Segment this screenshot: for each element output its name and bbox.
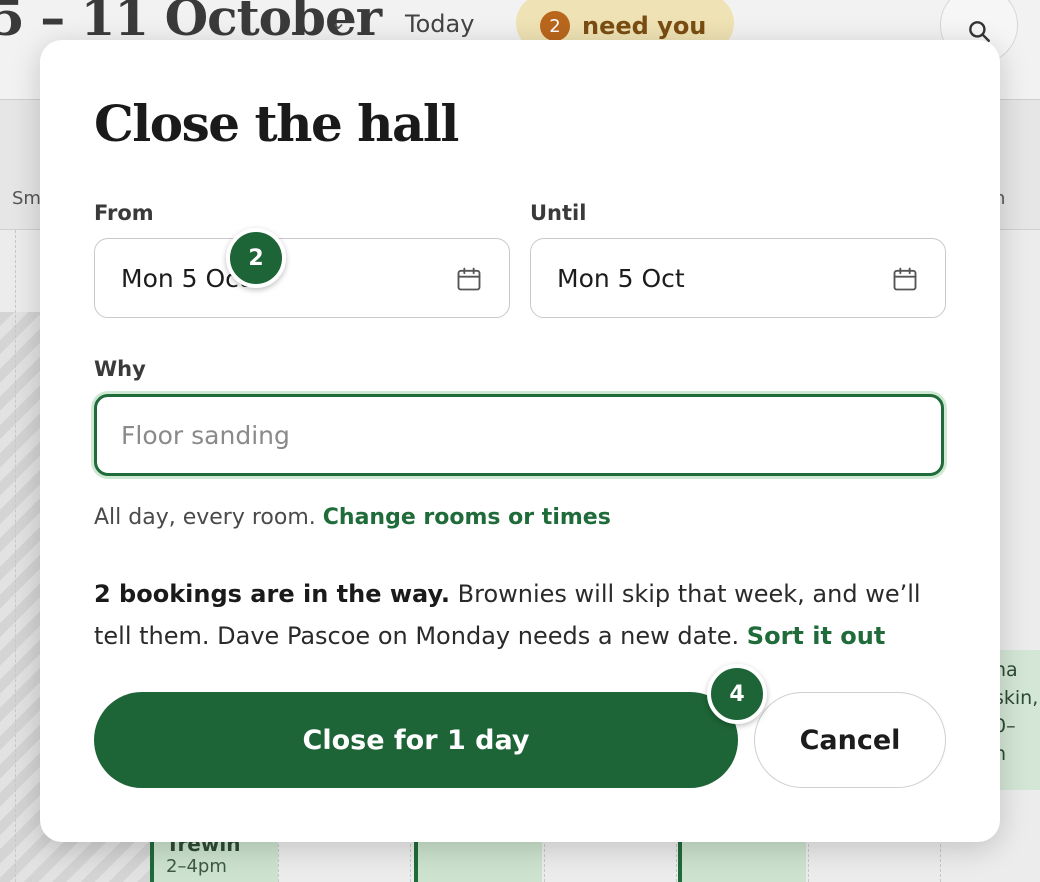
- cancel-button[interactable]: Cancel: [754, 692, 946, 788]
- close-hall-dialog: Close the hall From Mon 5 Oct Until Mon …: [40, 40, 1000, 842]
- calendar-gridline: [15, 230, 16, 882]
- need-you-count: 2: [540, 11, 570, 41]
- event-time: 2–4pm: [166, 856, 227, 877]
- step-badge: 4: [707, 664, 767, 724]
- dialog-title: Close the hall: [94, 94, 459, 153]
- chevron-down-icon[interactable]: ⌄: [330, 10, 347, 34]
- calendar-icon[interactable]: [455, 265, 483, 293]
- change-rooms-link[interactable]: Change rooms or times: [323, 505, 611, 530]
- close-for-day-button[interactable]: Close for 1 day: [94, 692, 738, 788]
- until-label: Until: [530, 201, 587, 225]
- scope-summary: All day, every room. Change rooms or tim…: [94, 505, 611, 530]
- from-label: From: [94, 201, 154, 225]
- day-label-left: Sm: [12, 188, 41, 209]
- scope-text: All day, every room.: [94, 505, 316, 530]
- until-date-value: Mon 5 Oct: [557, 263, 685, 293]
- conflict-message: 2 bookings are in the way. Brownies will…: [94, 573, 954, 657]
- conflict-headline: 2 bookings are in the way.: [94, 580, 451, 608]
- today-button[interactable]: Today: [405, 10, 474, 38]
- sort-it-out-link[interactable]: Sort it out: [747, 622, 886, 650]
- why-input[interactable]: [94, 394, 944, 476]
- until-date-field[interactable]: Mon 5 Oct: [530, 238, 946, 318]
- why-label: Why: [94, 357, 146, 381]
- step-badge: 2: [226, 228, 286, 288]
- calendar-icon[interactable]: [891, 265, 919, 293]
- need-you-label: need you: [582, 12, 707, 40]
- from-date-field[interactable]: Mon 5 Oct: [94, 238, 510, 318]
